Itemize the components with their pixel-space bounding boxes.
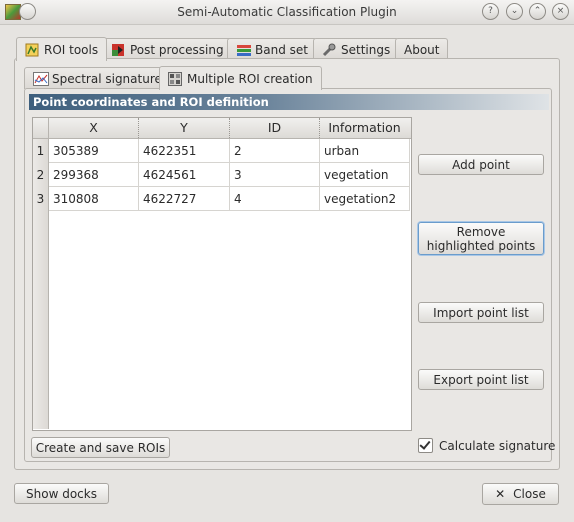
close-button[interactable]: ✕ Close [482, 483, 559, 505]
cell-information[interactable]: urban [320, 139, 410, 163]
row-number[interactable]: 2 [33, 163, 48, 187]
roi-tools-icon [25, 43, 39, 57]
cell-information[interactable]: vegetation2 [320, 187, 410, 211]
spectral-signature-icon [33, 71, 49, 86]
cell-information[interactable]: vegetation [320, 163, 410, 187]
row-number[interactable]: 3 [33, 187, 48, 211]
band-set-icon [236, 43, 251, 57]
column-header-x[interactable]: X [49, 118, 139, 138]
tab-settings[interactable]: Settings [313, 38, 400, 60]
row-header-column: 1 2 3 [33, 139, 49, 429]
cell-id[interactable]: 3 [230, 163, 320, 187]
close-window-button[interactable]: × [552, 3, 569, 20]
subtab-multiple-roi-creation[interactable]: Multiple ROI creation [159, 66, 322, 90]
table-header: X Y ID Information [33, 118, 411, 139]
multiple-roi-icon [168, 71, 182, 86]
cell-x[interactable]: 305389 [49, 139, 139, 163]
import-point-list-button[interactable]: Import point list [418, 302, 544, 323]
row-number[interactable]: 1 [33, 139, 48, 163]
tab-post-processing[interactable]: Post processing [102, 38, 233, 60]
checkbox-box[interactable] [418, 438, 433, 453]
table-corner[interactable] [33, 118, 49, 138]
minimize-button[interactable]: ⌄ [506, 3, 523, 20]
create-and-save-rois-button[interactable]: Create and save ROIs [31, 437, 170, 458]
calculate-signature-checkbox[interactable]: Calculate signature [418, 438, 555, 453]
checkmark-icon [419, 438, 431, 450]
tab-about[interactable]: About [395, 38, 449, 60]
close-icon: ✕ [495, 487, 506, 501]
help-button[interactable]: ? [482, 3, 499, 20]
button-label-line1: Remove [456, 224, 506, 239]
tab-roi-tools[interactable]: ROI tools [16, 37, 108, 61]
close-label: Close [513, 487, 546, 501]
tab-label: Settings [341, 42, 391, 57]
title-bar: Semi-Automatic Classification Plugin ? ⌄… [0, 0, 574, 25]
column-header-information[interactable]: Information [320, 118, 409, 138]
tab-label: Band set [255, 42, 308, 57]
column-header-id[interactable]: ID [230, 118, 320, 138]
add-point-button[interactable]: Add point [418, 154, 544, 175]
cell-x[interactable]: 310808 [49, 187, 139, 211]
cell-x[interactable]: 299368 [49, 163, 139, 187]
checkbox-label: Calculate signature [439, 438, 556, 453]
export-point-list-button[interactable]: Export point list [418, 369, 544, 390]
cell-id[interactable]: 4 [230, 187, 320, 211]
group-title: Point coordinates and ROI definition [29, 94, 549, 110]
tab-label: Spectral signature [52, 71, 162, 86]
settings-wrench-icon [322, 43, 336, 57]
tab-label: Post processing [130, 42, 224, 57]
point-table[interactable]: X Y ID Information 1 2 3 305389 4622351 … [32, 117, 412, 431]
post-processing-icon [111, 43, 125, 57]
subtab-spectral-signature[interactable]: Spectral signature [24, 67, 171, 89]
cell-id[interactable]: 2 [230, 139, 320, 163]
cell-y[interactable]: 4622727 [139, 187, 230, 211]
button-label-line2: highlighted points [426, 238, 536, 253]
show-docks-button[interactable]: Show docks [14, 483, 109, 504]
cell-y[interactable]: 4624561 [139, 163, 230, 187]
tab-label: About [404, 42, 440, 57]
remove-highlighted-points-button[interactable]: Remove highlighted points [418, 222, 544, 255]
tab-label: Multiple ROI creation [187, 71, 313, 86]
column-header-y[interactable]: Y [139, 118, 230, 138]
cell-y[interactable]: 4622351 [139, 139, 230, 163]
maximize-button[interactable]: ⌃ [529, 3, 546, 20]
tab-label: ROI tools [44, 42, 99, 57]
tab-band-set[interactable]: Band set [227, 38, 317, 60]
